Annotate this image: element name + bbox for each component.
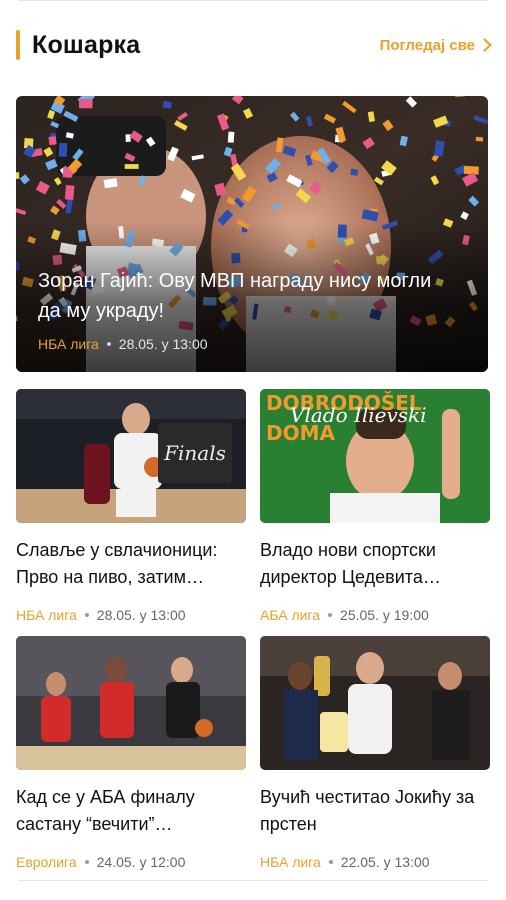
see-all-link[interactable]: Погледај све bbox=[380, 37, 492, 54]
section-title-wrap: Кошарка bbox=[16, 30, 140, 60]
article-card-3[interactable]: Кад се у АБА финалу састану “вечити”… Ев… bbox=[16, 636, 246, 870]
article-card-4-meta: НБА лига 22.05. у 13:00 bbox=[260, 854, 490, 870]
confetti-piece bbox=[227, 131, 235, 143]
section-header: Кошарка Погледај све bbox=[16, 28, 492, 62]
article-card-2-date: 25.05. у 19:00 bbox=[340, 607, 429, 623]
section-accent-bar bbox=[16, 30, 20, 60]
article-card-3-category[interactable]: Евролига bbox=[16, 854, 77, 870]
confetti-piece bbox=[64, 185, 75, 201]
confetti-piece bbox=[350, 168, 359, 176]
article-card-3-date: 24.05. у 12:00 bbox=[96, 854, 186, 870]
article-card-4-date: 22.05. у 13:00 bbox=[340, 854, 430, 870]
top-divider bbox=[18, 0, 488, 1]
hero-title: Зоран Гајић: Ову МВП награду нису могли … bbox=[38, 270, 432, 322]
article-card-4-category[interactable]: НБА лига bbox=[260, 854, 321, 870]
poster-script: Vlado Ilievski bbox=[290, 403, 427, 427]
hero-category[interactable]: НБА лига bbox=[38, 336, 99, 352]
finals-logo: Finals bbox=[158, 423, 232, 483]
article-card-1-image: Finals bbox=[16, 389, 246, 523]
confetti-piece bbox=[48, 136, 57, 146]
hero-article-card[interactable]: Зоран Гајић: Ову МВП награду нису могли … bbox=[16, 96, 488, 372]
chevron-right-icon bbox=[483, 38, 492, 52]
article-card-1-date: 28.05. у 13:00 bbox=[96, 607, 186, 623]
see-all-label: Погледај све bbox=[379, 36, 475, 54]
confetti-piece bbox=[125, 134, 131, 142]
article-card-4-photo bbox=[260, 636, 490, 770]
confetti-piece bbox=[103, 178, 118, 189]
meta-separator-dot bbox=[328, 860, 333, 864]
confetti-piece bbox=[272, 203, 281, 209]
article-card-2[interactable]: DOBRODOŠEL DOMA Vlado Ilievski Владо нов… bbox=[260, 389, 490, 623]
article-card-4[interactable]: Вучић честитао Јокићу за прстен НБА лига… bbox=[260, 636, 490, 870]
article-card-1[interactable]: Finals Славље у свлачионици: Прво на пив… bbox=[16, 389, 246, 623]
article-card-2-category[interactable]: АБА лига bbox=[260, 607, 320, 623]
article-card-2-image: DOBRODOŠEL DOMA Vlado Ilievski bbox=[260, 389, 490, 523]
confetti-piece bbox=[463, 165, 479, 175]
confetti-piece bbox=[475, 136, 484, 142]
confetti-piece bbox=[124, 164, 139, 169]
bottom-divider bbox=[18, 880, 488, 881]
meta-separator-dot bbox=[84, 860, 89, 864]
article-card-4-title: Вучић честитао Јокићу за прстен bbox=[260, 787, 475, 834]
article-card-1-title: Славље у свлачионици: Прво на пиво, зати… bbox=[16, 540, 218, 587]
article-card-3-meta: Евролига 24.05. у 12:00 bbox=[16, 854, 246, 870]
article-card-1-meta: НБА лига 28.05. у 13:00 bbox=[16, 607, 246, 623]
meta-separator-dot bbox=[84, 613, 89, 617]
confetti-piece bbox=[16, 172, 20, 180]
meta-separator-dot bbox=[106, 342, 111, 346]
hero-date: 28.05. у 13:00 bbox=[118, 336, 208, 352]
hero-meta: НБА лига 28.05. у 13:00 bbox=[38, 336, 208, 352]
meta-separator-dot bbox=[328, 613, 333, 617]
article-card-4-image bbox=[260, 636, 490, 770]
article-card-2-meta: АБА лига 25.05. у 19:00 bbox=[260, 607, 490, 623]
article-card-3-title: Кад се у АБА финалу састану “вечити”… bbox=[16, 787, 195, 834]
section-title: Кошарка bbox=[32, 30, 141, 59]
confetti-piece bbox=[58, 142, 68, 157]
article-card-3-photo bbox=[16, 636, 246, 770]
confetti-piece bbox=[78, 98, 93, 109]
article-card-1-category[interactable]: НБА лига bbox=[16, 607, 77, 623]
article-card-2-title: Владо нови спортски директор Цедевита… bbox=[260, 540, 441, 587]
article-card-3-image bbox=[16, 636, 246, 770]
